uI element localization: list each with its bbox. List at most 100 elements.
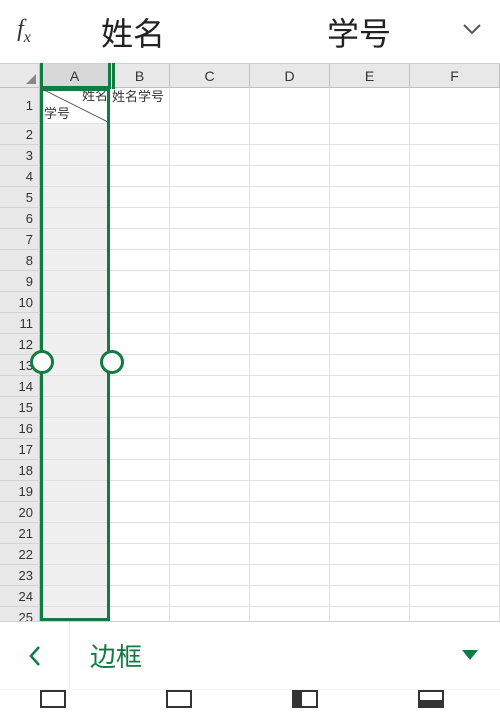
cell-B16[interactable] [110,418,170,439]
cell-D9[interactable] [250,271,330,292]
cell-E4[interactable] [330,166,410,187]
cell-D12[interactable] [250,334,330,355]
row-header[interactable]: 7 [0,229,40,250]
cell-E22[interactable] [330,544,410,565]
row-header[interactable]: 6 [0,208,40,229]
row-header[interactable]: 1 [0,88,40,124]
cell-E9[interactable] [330,271,410,292]
cell-A22[interactable] [40,544,110,565]
row-header[interactable]: 21 [0,523,40,544]
row-header[interactable]: 14 [0,376,40,397]
cell-F14[interactable] [410,376,500,397]
column-resize-handle-right[interactable] [108,63,111,89]
column-resize-handle-left[interactable] [40,63,43,89]
cell-D6[interactable] [250,208,330,229]
column-header-A[interactable]: A [40,64,110,87]
cell-D20[interactable] [250,502,330,523]
cell-A1[interactable]: 姓名学号 [40,88,110,124]
cell-E3[interactable] [330,145,410,166]
cell-A13[interactable] [40,355,110,376]
cell-F24[interactable] [410,586,500,607]
cell-A7[interactable] [40,229,110,250]
cell-A14[interactable] [40,376,110,397]
spreadsheet-grid[interactable]: A B C D E F 1姓名学号姓名学号2345678910111213141… [0,64,500,621]
cell-E14[interactable] [330,376,410,397]
cell-F16[interactable] [410,418,500,439]
cell-C14[interactable] [170,376,250,397]
cell-E6[interactable] [330,208,410,229]
cell-D10[interactable] [250,292,330,313]
row-header[interactable]: 4 [0,166,40,187]
cell-E11[interactable] [330,313,410,334]
cell-B5[interactable] [110,187,170,208]
cell-C12[interactable] [170,334,250,355]
cell-B13[interactable] [110,355,170,376]
cell-D21[interactable] [250,523,330,544]
cell-F5[interactable] [410,187,500,208]
row-header[interactable]: 19 [0,481,40,502]
cell-C7[interactable] [170,229,250,250]
cell-F23[interactable] [410,565,500,586]
row-header[interactable]: 13 [0,355,40,376]
cell-C19[interactable] [170,481,250,502]
cell-F11[interactable] [410,313,500,334]
cell-E20[interactable] [330,502,410,523]
cell-C6[interactable] [170,208,250,229]
cell-A12[interactable] [40,334,110,355]
cell-F12[interactable] [410,334,500,355]
cell-C10[interactable] [170,292,250,313]
cell-B10[interactable] [110,292,170,313]
cell-A9[interactable] [40,271,110,292]
cell-D19[interactable] [250,481,330,502]
cell-F15[interactable] [410,397,500,418]
row-header[interactable]: 3 [0,145,40,166]
column-header-E[interactable]: E [330,64,410,87]
cell-B4[interactable] [110,166,170,187]
cell-F17[interactable] [410,439,500,460]
cell-D7[interactable] [250,229,330,250]
cell-D11[interactable] [250,313,330,334]
cell-B9[interactable] [110,271,170,292]
cell-E7[interactable] [330,229,410,250]
cell-F19[interactable] [410,481,500,502]
cell-A10[interactable] [40,292,110,313]
cell-B12[interactable] [110,334,170,355]
cell-D1[interactable] [250,88,330,124]
cell-B3[interactable] [110,145,170,166]
cell-D3[interactable] [250,145,330,166]
column-header-D[interactable]: D [250,64,330,87]
cell-A5[interactable] [40,187,110,208]
cell-E24[interactable] [330,586,410,607]
cell-E15[interactable] [330,397,410,418]
cell-B6[interactable] [110,208,170,229]
cell-B19[interactable] [110,481,170,502]
row-header[interactable]: 11 [0,313,40,334]
cell-F1[interactable] [410,88,500,124]
cell-B23[interactable] [110,565,170,586]
cell-B18[interactable] [110,460,170,481]
cell-A4[interactable] [40,166,110,187]
cell-C13[interactable] [170,355,250,376]
cell-E23[interactable] [330,565,410,586]
cell-D15[interactable] [250,397,330,418]
border-option-icon[interactable] [166,690,192,708]
column-header-C[interactable]: C [170,64,250,87]
cell-E21[interactable] [330,523,410,544]
cell-F9[interactable] [410,271,500,292]
cell-B7[interactable] [110,229,170,250]
cell-A2[interactable] [40,124,110,145]
cell-C18[interactable] [170,460,250,481]
cell-E16[interactable] [330,418,410,439]
cell-A18[interactable] [40,460,110,481]
formula-content[interactable]: 姓名 学号 [48,9,500,55]
cell-C24[interactable] [170,586,250,607]
cell-A8[interactable] [40,250,110,271]
row-header[interactable]: 17 [0,439,40,460]
row-header[interactable]: 8 [0,250,40,271]
cell-A11[interactable] [40,313,110,334]
cell-E18[interactable] [330,460,410,481]
cell-B24[interactable] [110,586,170,607]
cell-D2[interactable] [250,124,330,145]
cell-C22[interactable] [170,544,250,565]
cell-C9[interactable] [170,271,250,292]
